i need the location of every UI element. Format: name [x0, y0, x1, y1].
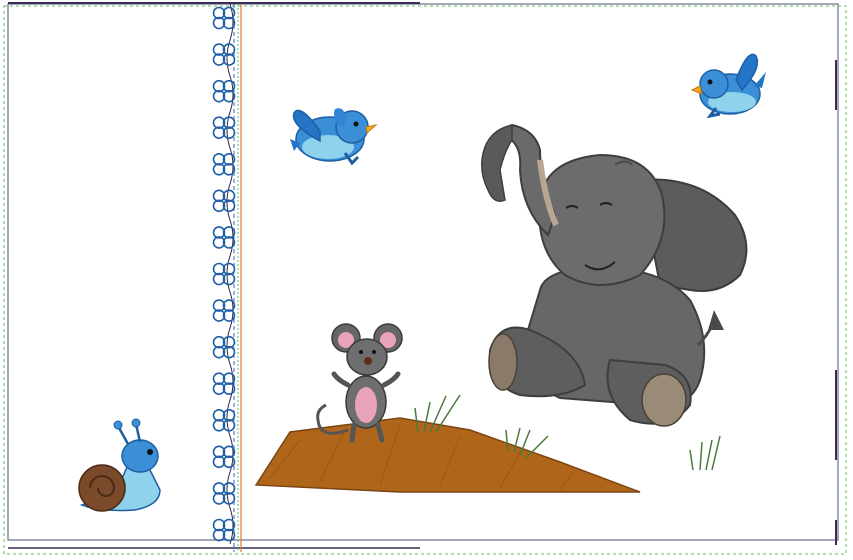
four-petal-flower-icon: [212, 116, 236, 140]
elephant: [481, 123, 748, 427]
embroidery-design-canvas: [3, 2, 847, 555]
four-petal-flower-icon: [212, 482, 236, 505]
four-petal-flower-icon: [212, 152, 236, 176]
four-petal-flower-icon: [212, 43, 236, 66]
snail: [78, 418, 161, 512]
four-petal-flower-icon: [212, 445, 236, 469]
four-petal-flower-icon: [212, 299, 236, 322]
bluebird-right: [690, 53, 766, 119]
four-petal-flower-icon: [212, 262, 236, 286]
four-petal-flower-icon: [212, 408, 236, 432]
four-petal-flower-icon: [212, 226, 236, 249]
bluebird-left: [290, 108, 378, 166]
four-petal-flower-icon: [212, 79, 236, 103]
four-petal-flower-icon: [212, 335, 236, 359]
flower-border: [212, 6, 236, 542]
dirt-mound: [254, 417, 641, 493]
four-petal-flower-icon: [212, 372, 236, 396]
four-petal-flower-icon: [212, 189, 236, 213]
